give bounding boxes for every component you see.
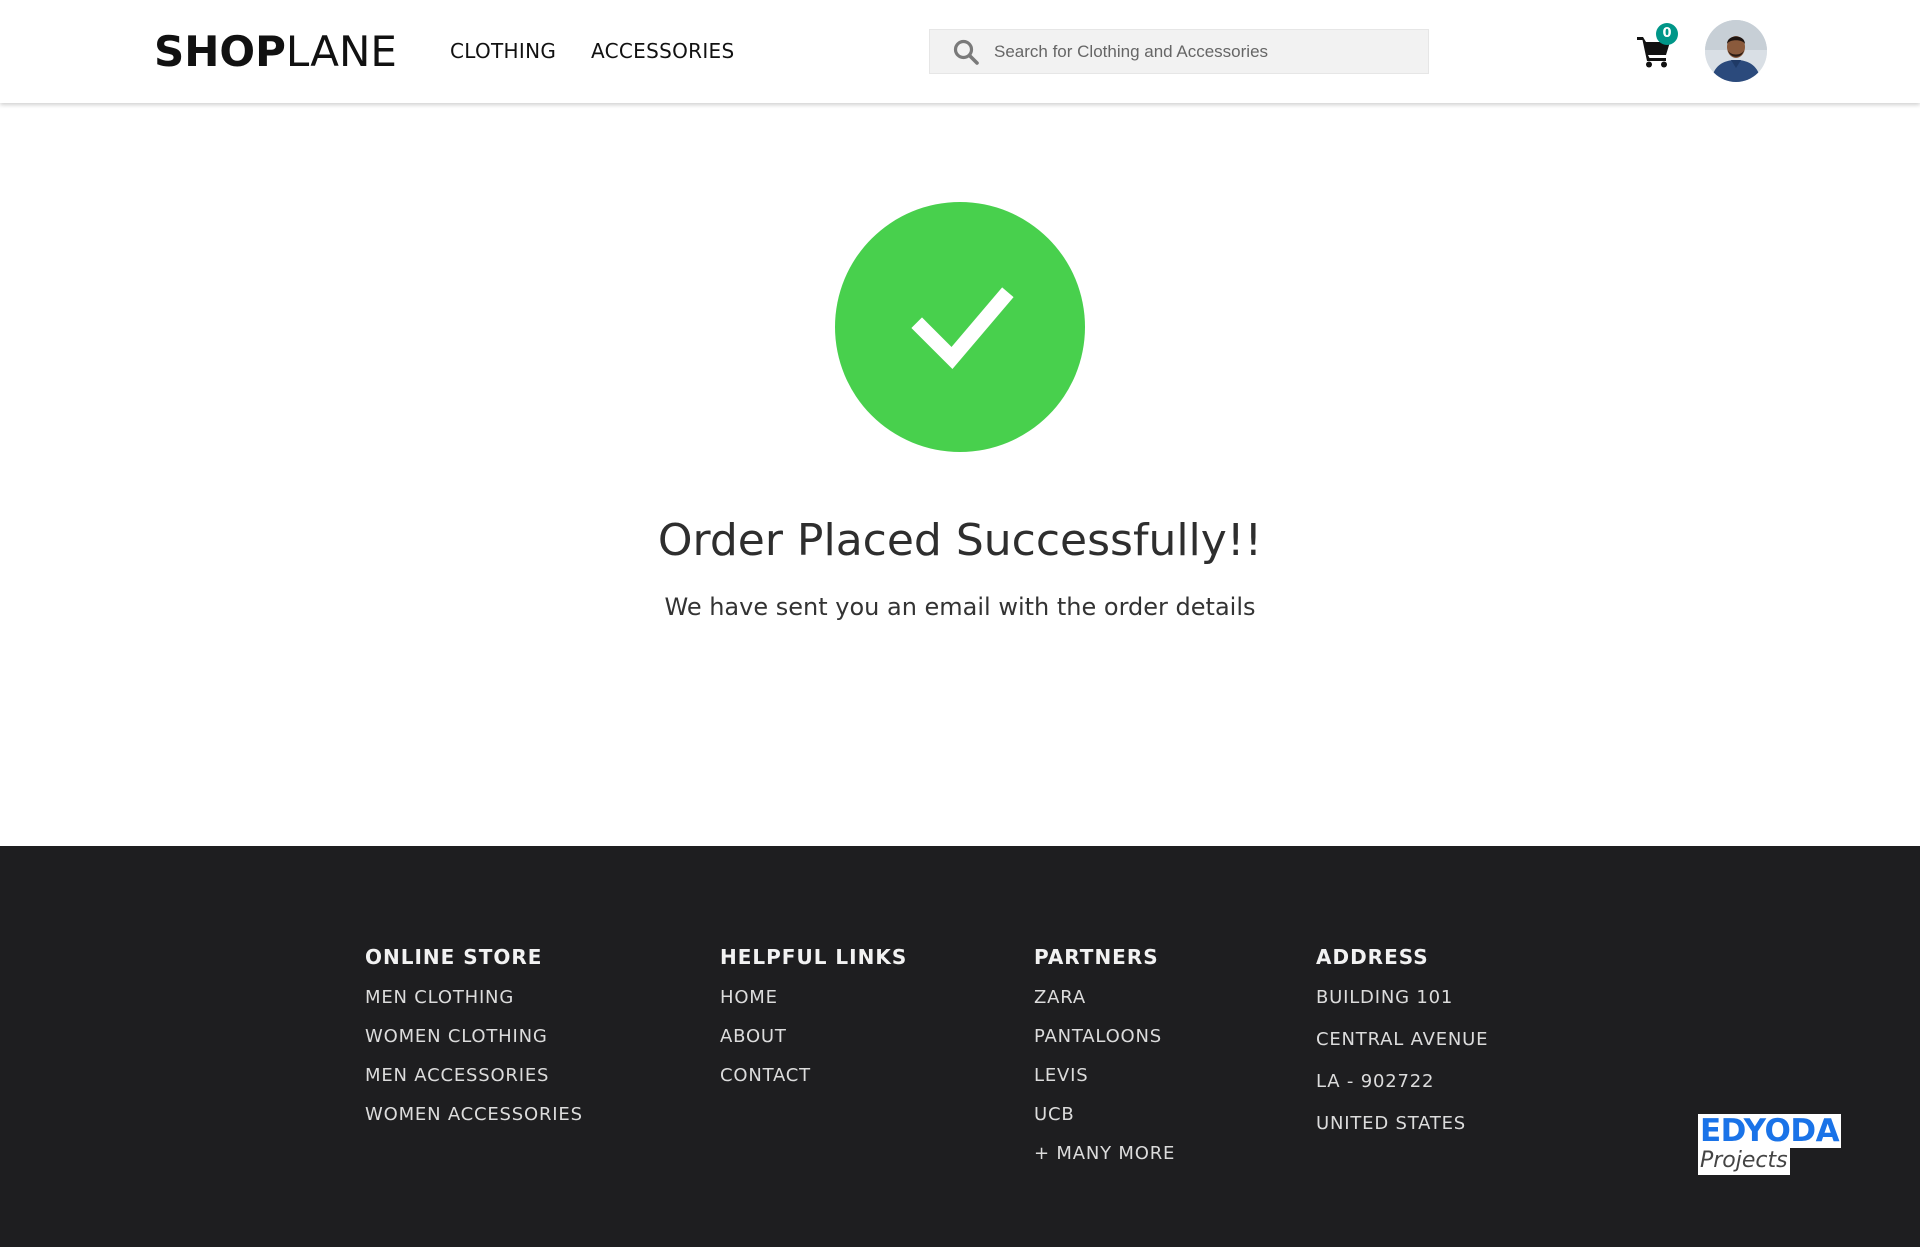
footer-column-partners: PARTNERS ZARA PANTALOONS LEVIS UCB + MAN… [1034, 944, 1175, 1181]
edyoda-watermark-logo: EDYODA Projects [1698, 1114, 1852, 1176]
footer-link-men-accessories[interactable]: MEN ACCESSORIES [365, 1064, 583, 1088]
site-logo[interactable]: SHOPLANE [154, 26, 397, 78]
footer-column-online-store: ONLINE STORE MEN CLOTHING WOMEN CLOTHING… [365, 944, 583, 1142]
order-confirmation: Order Placed Successfully!! We have sent… [0, 103, 1920, 846]
address-line: UNITED STATES [1316, 1113, 1467, 1134]
footer-link-pantaloons[interactable]: PANTALOONS [1034, 1025, 1175, 1049]
footer-column-address: ADDRESS BUILDING 101 CENTRAL AVENUE LA -… [1316, 944, 1488, 1154]
watermark-bottom-text: Projects [1698, 1147, 1790, 1175]
footer-link-many-more[interactable]: + MANY MORE [1034, 1142, 1175, 1166]
search-bar [929, 29, 1429, 74]
address-line: BUILDING 101 [1316, 987, 1454, 1008]
footer-link-women-clothing[interactable]: WOMEN CLOTHING [365, 1025, 583, 1049]
footer-heading: HELPFUL LINKS [720, 945, 908, 969]
footer-column-helpful-links: HELPFUL LINKS HOME ABOUT CONTACT [720, 944, 907, 1103]
user-avatar[interactable] [1705, 20, 1767, 82]
search-icon[interactable] [952, 38, 980, 66]
confirmation-message: We have sent you an email with the order… [664, 593, 1256, 621]
address-line: LA - 902722 [1316, 1071, 1435, 1092]
footer-heading: ADDRESS [1316, 945, 1429, 969]
footer-link-levis[interactable]: LEVIS [1034, 1064, 1175, 1088]
cart-count-badge: 0 [1656, 23, 1678, 45]
search-input[interactable] [992, 31, 1412, 72]
footer-link-men-clothing[interactable]: MEN CLOTHING [365, 986, 583, 1010]
watermark-top-text: EDYODA [1698, 1113, 1842, 1149]
footer-link-zara[interactable]: ZARA [1034, 986, 1175, 1010]
site-footer: ONLINE STORE MEN CLOTHING WOMEN CLOTHING… [0, 846, 1920, 1247]
footer-heading: ONLINE STORE [365, 945, 543, 969]
logo-bold-text: SHOP [154, 27, 286, 76]
avatar-image [1705, 20, 1767, 82]
footer-link-ucb[interactable]: UCB [1034, 1103, 1175, 1127]
logo-light-text: LANE [285, 27, 397, 76]
success-badge [835, 202, 1085, 452]
nav-accessories[interactable]: ACCESSORIES [591, 38, 734, 64]
site-header: SHOPLANE CLOTHING ACCESSORIES 0 [0, 0, 1920, 103]
nav-clothing[interactable]: CLOTHING [450, 38, 556, 64]
address-line: CENTRAL AVENUE [1316, 1029, 1489, 1050]
footer-link-about[interactable]: ABOUT [720, 1025, 907, 1049]
footer-link-home[interactable]: HOME [720, 986, 907, 1010]
footer-heading: PARTNERS [1034, 945, 1159, 969]
page-title: Order Placed Successfully!! [657, 515, 1263, 566]
footer-link-women-accessories[interactable]: WOMEN ACCESSORIES [365, 1103, 583, 1127]
footer-link-contact[interactable]: CONTACT [720, 1064, 907, 1088]
checkmark-icon [911, 287, 1014, 370]
